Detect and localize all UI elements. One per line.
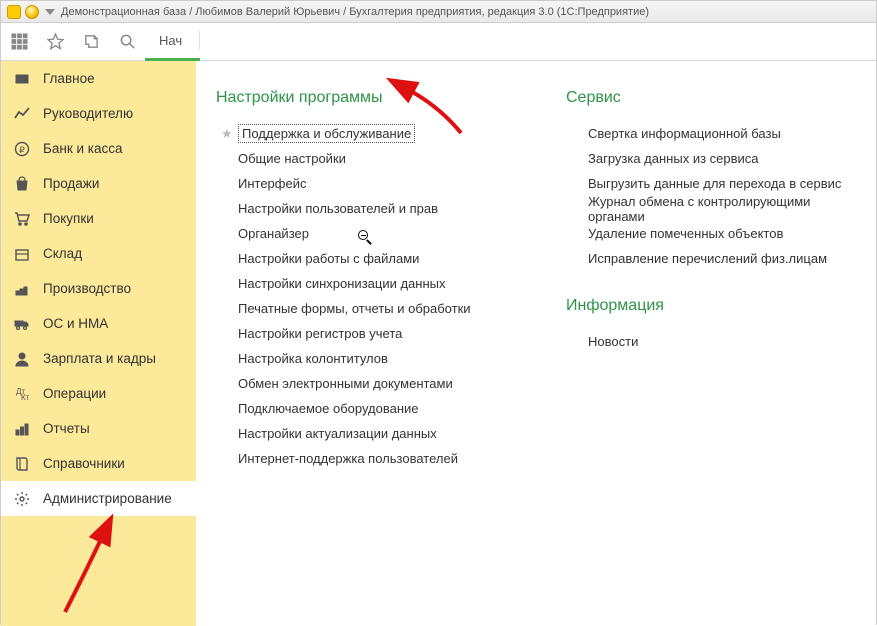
sidebar: Главное Руководителю ₽ Банк и касса Прод… bbox=[1, 61, 196, 626]
operations-icon: ДтКт bbox=[13, 385, 31, 403]
svg-text:₽: ₽ bbox=[19, 145, 25, 155]
sidebar-item-label: Продажи bbox=[43, 176, 99, 191]
sidebar-item-main[interactable]: Главное bbox=[1, 61, 196, 96]
sidebar-spacer bbox=[1, 516, 196, 626]
sidebar-item-warehouse[interactable]: Склад bbox=[1, 236, 196, 271]
service-section-title: Сервис bbox=[566, 89, 856, 107]
sidebar-item-label: Главное bbox=[43, 71, 95, 86]
right-column: Сервис Свертка информационной базы Загру… bbox=[566, 89, 856, 606]
sidebar-item-bank[interactable]: ₽ Банк и касса bbox=[1, 131, 196, 166]
link-edoc-exchange[interactable]: Обмен электронными документами bbox=[216, 371, 506, 396]
sidebar-item-label: Производство bbox=[43, 281, 131, 296]
content-panel: Настройки программы Поддержка и обслужив… bbox=[196, 61, 876, 626]
sidebar-item-label: Банк и касса bbox=[43, 141, 123, 156]
info-section: Информация Новости bbox=[566, 297, 856, 354]
svg-text:Кт: Кт bbox=[21, 393, 30, 402]
window-title: Демонстрационная база / Любимов Валерий … bbox=[61, 6, 649, 18]
truck-icon bbox=[13, 315, 31, 333]
search-button[interactable] bbox=[109, 23, 145, 61]
info-section-title: Информация bbox=[566, 297, 856, 315]
dropdown-arrow-icon[interactable] bbox=[45, 9, 55, 15]
sidebar-item-catalogs[interactable]: Справочники bbox=[1, 446, 196, 481]
sidebar-item-label: Склад bbox=[43, 246, 82, 261]
sidebar-item-assets[interactable]: ОС и НМА bbox=[1, 306, 196, 341]
apps-grid-button[interactable] bbox=[1, 23, 37, 61]
sidebar-item-production[interactable]: Производство bbox=[1, 271, 196, 306]
history-button[interactable] bbox=[73, 23, 109, 61]
link-interface[interactable]: Интерфейс bbox=[216, 171, 506, 196]
link-export-to-service[interactable]: Выгрузить данные для перехода в сервис bbox=[566, 171, 856, 196]
link-infobase-rollup[interactable]: Свертка информационной базы bbox=[566, 121, 856, 146]
chart-line-icon bbox=[13, 105, 31, 123]
book-icon bbox=[13, 455, 31, 473]
link-sync-settings[interactable]: Настройки синхронизации данных bbox=[216, 271, 506, 296]
box-icon bbox=[13, 245, 31, 263]
link-exchange-log[interactable]: Журнал обмена с контролирующими органами bbox=[566, 196, 856, 221]
sidebar-item-manager[interactable]: Руководителю bbox=[1, 96, 196, 131]
gear-icon bbox=[13, 490, 31, 508]
tool-group bbox=[1, 23, 145, 60]
report-icon bbox=[13, 420, 31, 438]
window-titlebar: Демонстрационная база / Любимов Валерий … bbox=[1, 1, 876, 23]
link-general-settings[interactable]: Общие настройки bbox=[216, 146, 506, 171]
link-load-from-service[interactable]: Загрузка данных из сервиса bbox=[566, 146, 856, 171]
sidebar-item-purchases[interactable]: Покупки bbox=[1, 201, 196, 236]
link-print-forms[interactable]: Печатные формы, отчеты и обработки bbox=[216, 296, 506, 321]
link-support-maintenance[interactable]: Поддержка и обслуживание bbox=[238, 124, 415, 143]
sidebar-item-reports[interactable]: Отчеты bbox=[1, 411, 196, 446]
cart-icon bbox=[13, 210, 31, 228]
link-news[interactable]: Новости bbox=[566, 329, 856, 354]
app-icon-globe bbox=[25, 5, 39, 19]
tab-label: Нач bbox=[159, 33, 182, 48]
link-actualization[interactable]: Настройки актуализации данных bbox=[216, 421, 506, 446]
link-file-settings[interactable]: Настройки работы с файлами bbox=[216, 246, 506, 271]
link-peripherals[interactable]: Подключаемое оборудование bbox=[216, 396, 506, 421]
sidebar-item-label: Руководителю bbox=[43, 106, 133, 121]
main-area: Главное Руководителю ₽ Банк и касса Прод… bbox=[1, 61, 876, 626]
link-delete-marked[interactable]: Удаление помеченных объектов bbox=[566, 221, 856, 246]
service-section: Сервис Свертка информационной базы Загру… bbox=[566, 89, 856, 271]
person-icon bbox=[13, 350, 31, 368]
top-toolbar: Нач bbox=[1, 23, 876, 61]
sidebar-item-label: ОС и НМА bbox=[43, 316, 108, 331]
link-fix-transfers[interactable]: Исправление перечислений физ.лицам bbox=[566, 246, 856, 271]
link-header-footer[interactable]: Настройка колонтитулов bbox=[216, 346, 506, 371]
ruble-icon: ₽ bbox=[13, 140, 31, 158]
link-register-settings[interactable]: Настройки регистров учета bbox=[216, 321, 506, 346]
home-icon bbox=[13, 70, 31, 88]
sidebar-item-label: Зарплата и кадры bbox=[43, 351, 156, 366]
sidebar-item-label: Справочники bbox=[43, 456, 125, 471]
sidebar-item-sales[interactable]: Продажи bbox=[1, 166, 196, 201]
sidebar-item-operations[interactable]: ДтКт Операции bbox=[1, 376, 196, 411]
app-icon-1c bbox=[7, 5, 21, 19]
factory-icon bbox=[13, 280, 31, 298]
link-users-rights[interactable]: Настройки пользователей и прав bbox=[216, 196, 506, 221]
sidebar-item-label: Операции bbox=[43, 386, 106, 401]
sidebar-item-label: Администрирование bbox=[43, 491, 172, 506]
sidebar-item-label: Покупки bbox=[43, 211, 94, 226]
settings-column: Настройки программы Поддержка и обслужив… bbox=[216, 89, 506, 606]
sidebar-item-admin[interactable]: Администрирование bbox=[1, 481, 196, 516]
toolbar-spacer bbox=[200, 23, 876, 60]
tab-start-page[interactable]: Нач bbox=[145, 23, 200, 61]
favorites-star-button[interactable] bbox=[37, 23, 73, 61]
sidebar-item-payroll[interactable]: Зарплата и кадры bbox=[1, 341, 196, 376]
settings-section-title: Настройки программы bbox=[216, 89, 506, 107]
link-internet-support[interactable]: Интернет-поддержка пользователей bbox=[216, 446, 506, 471]
sidebar-item-label: Отчеты bbox=[43, 421, 90, 436]
bag-icon bbox=[13, 175, 31, 193]
link-organizer[interactable]: Органайзер bbox=[216, 221, 506, 246]
